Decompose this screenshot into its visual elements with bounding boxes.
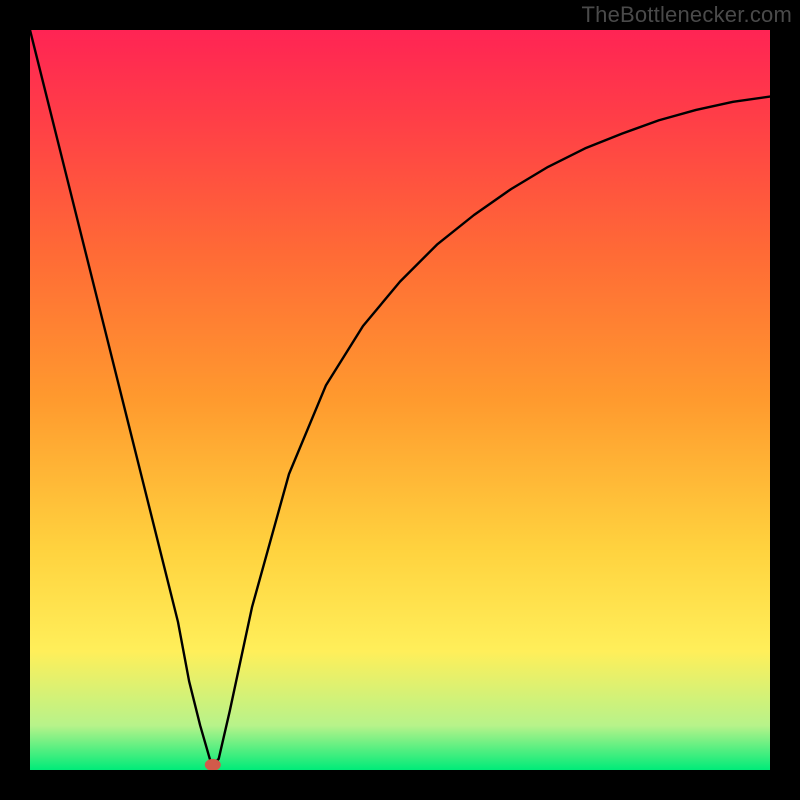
plot-area [30,30,770,770]
watermark-label: TheBottlenecker.com [582,2,792,28]
chart-svg [30,30,770,770]
chart-stage: TheBottlenecker.com [0,0,800,800]
gradient-background [30,30,770,770]
